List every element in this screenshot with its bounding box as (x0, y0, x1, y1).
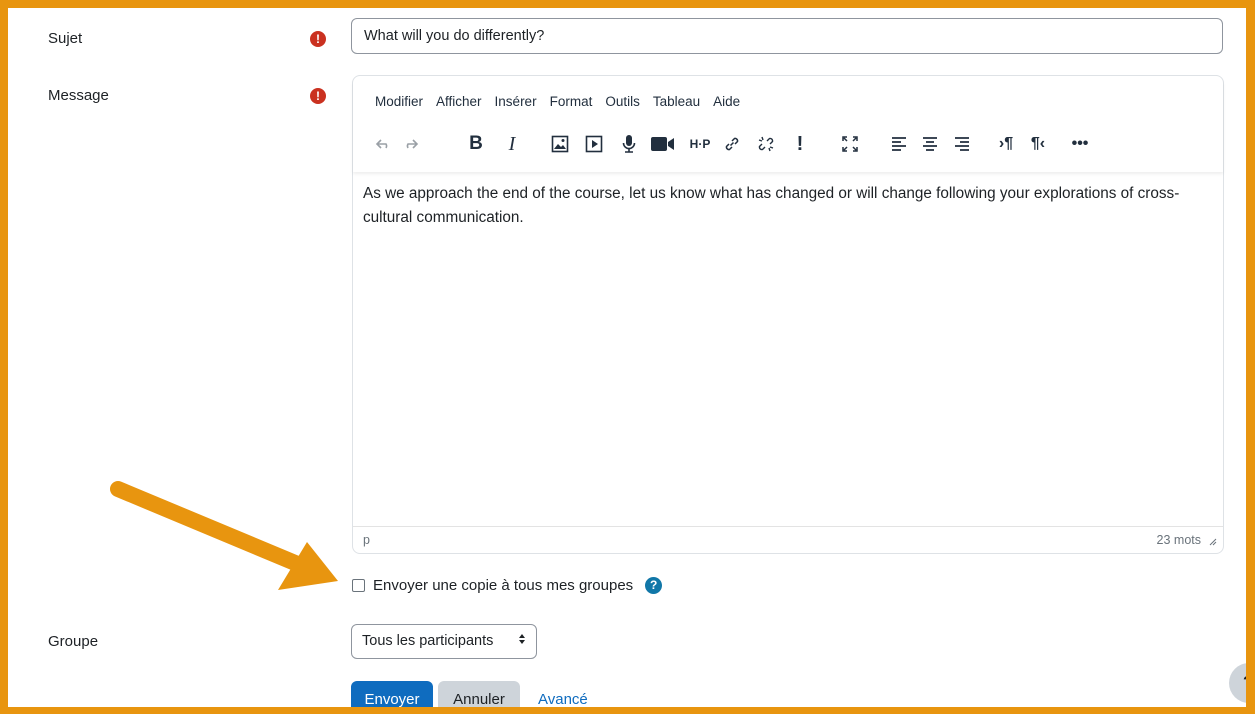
group-select-value: Tous les participants (362, 633, 494, 649)
form-frame: Sujet ! Message ! Modifier Afficher Insére… (8, 8, 1246, 707)
rtl-icon[interactable]: ¶‹ (1025, 131, 1051, 157)
link-icon[interactable] (719, 131, 745, 157)
record-audio-icon[interactable] (616, 131, 642, 157)
editor-toolbar: Modifier Afficher Insérer Format Outils Table… (353, 76, 1223, 172)
editor-menubar: Modifier Afficher Insérer Format Outils Table… (375, 94, 753, 109)
word-count[interactable]: 23 mots (1157, 533, 1201, 547)
copy-to-groups-label[interactable]: Envoyer une copie à tous mes groupes (373, 577, 633, 594)
redo-icon[interactable] (397, 131, 423, 157)
resize-grip-icon[interactable] (1209, 535, 1217, 546)
more-icon[interactable]: ••• (1067, 131, 1093, 157)
subject-input[interactable] (351, 18, 1223, 54)
help-icon[interactable]: ? (645, 577, 663, 594)
element-path[interactable]: p (363, 533, 370, 547)
message-label: Message (48, 87, 109, 104)
align-center-icon[interactable] (917, 131, 943, 157)
align-right-icon[interactable] (949, 131, 975, 157)
group-label: Groupe (48, 633, 99, 650)
message-editor[interactable]: Modifier Afficher Insérer Format Outils Table… (352, 75, 1224, 554)
record-video-icon[interactable] (650, 131, 676, 157)
media-icon[interactable] (581, 131, 607, 157)
italic-icon[interactable]: I (499, 131, 525, 157)
advanced-link[interactable]: Avancé (538, 691, 588, 707)
menu-modifier[interactable]: Modifier (375, 94, 423, 109)
ltr-icon[interactable]: ›¶ (993, 131, 1019, 157)
menu-outils[interactable]: Outils (605, 94, 640, 109)
menu-format[interactable]: Format (550, 94, 593, 109)
image-icon[interactable] (547, 131, 573, 157)
submit-button[interactable]: Envoyer (351, 681, 433, 707)
cancel-button[interactable]: Annuler (438, 681, 520, 707)
exclamation-icon[interactable]: ! (787, 131, 813, 157)
menu-inserer[interactable]: Insérer (495, 94, 537, 109)
align-left-icon[interactable] (886, 131, 912, 157)
undo-icon[interactable] (371, 131, 397, 157)
select-arrows-icon (518, 625, 526, 658)
bold-icon[interactable]: B (463, 131, 489, 157)
required-icon: ! (310, 88, 326, 104)
required-icon: ! (310, 31, 326, 47)
copy-to-groups-checkbox[interactable] (352, 579, 365, 592)
editor-content[interactable]: As we approach the end of the course, le… (363, 182, 1213, 230)
menu-afficher[interactable]: Afficher (436, 94, 482, 109)
h5p-icon[interactable]: H·P (685, 131, 715, 157)
floating-help-button[interactable]: ? (1229, 663, 1246, 703)
menu-aide[interactable]: Aide (713, 94, 740, 109)
menu-tableau[interactable]: Tableau (653, 94, 700, 109)
copy-to-groups-row: Envoyer une copie à tous mes groupes ? (352, 577, 663, 594)
unlink-icon[interactable] (753, 131, 779, 157)
subject-label: Sujet (48, 30, 83, 47)
group-select[interactable]: Tous les participants (351, 624, 537, 659)
fullscreen-icon[interactable] (837, 131, 863, 157)
editor-statusbar: p 23 mots (353, 526, 1223, 553)
